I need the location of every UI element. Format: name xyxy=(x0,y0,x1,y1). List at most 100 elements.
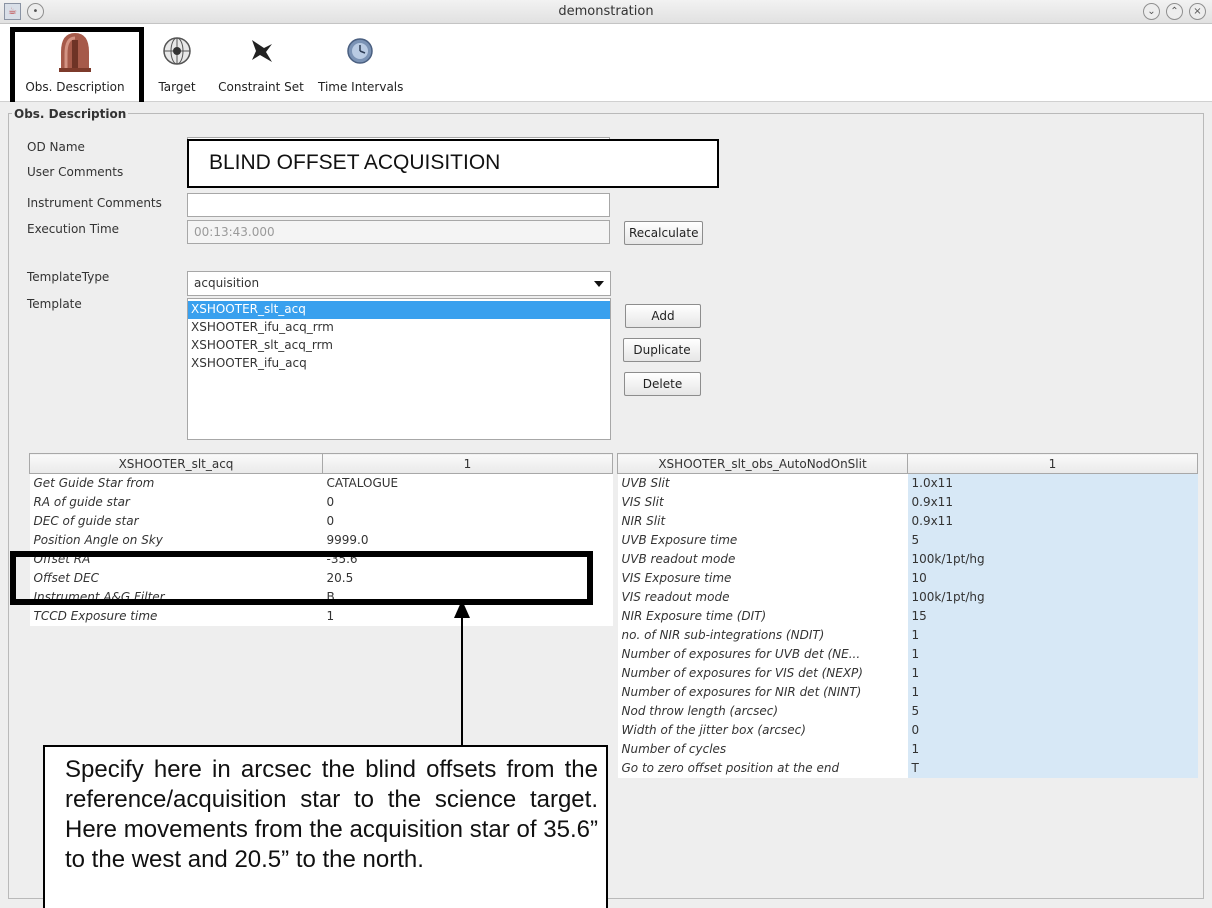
column-header[interactable]: XSHOOTER_slt_obs_AutoNodOnSlit xyxy=(617,453,908,474)
table-row[interactable]: UVB Exposure time 5 xyxy=(617,530,1198,550)
globe-target-icon xyxy=(150,28,204,74)
delete-button[interactable]: Delete xyxy=(624,372,701,396)
table-row[interactable]: NIR Exposure time (DIT) 15 xyxy=(617,606,1198,626)
param-value[interactable]: 5 xyxy=(907,530,1198,550)
table-row[interactable]: Go to zero offset position at the end T xyxy=(617,758,1198,778)
param-name: Number of cycles xyxy=(617,739,908,759)
arrow-up-icon xyxy=(454,600,470,618)
param-value[interactable]: 1 xyxy=(907,644,1198,664)
param-value[interactable]: 1 xyxy=(907,663,1198,683)
add-button[interactable]: Add xyxy=(625,304,701,328)
param-value[interactable]: 0.9x11 xyxy=(907,492,1198,512)
close-button[interactable]: × xyxy=(1189,3,1206,20)
param-name: UVB Slit xyxy=(617,473,908,493)
param-name: Instrument A&G Filter xyxy=(29,587,323,607)
tool-label: Time Intervals xyxy=(318,80,404,94)
template-type-label: TemplateType xyxy=(27,270,110,284)
title-bar: ☕ • demonstration ⌄ ⌃ × xyxy=(0,0,1212,24)
tool-time-intervals[interactable]: Time Intervals xyxy=(318,28,404,94)
table-row[interactable]: Nod throw length (arcsec) 5 xyxy=(617,701,1198,721)
param-name: VIS Exposure time xyxy=(617,568,908,588)
table-row[interactable]: Number of exposures for UVB det (NE... 1 xyxy=(617,644,1198,664)
table-row[interactable]: Width of the jitter box (arcsec) 0 xyxy=(617,720,1198,740)
table-row[interactable]: VIS Slit 0.9x11 xyxy=(617,492,1198,512)
table-row[interactable]: UVB readout mode 100k/1pt/hg xyxy=(617,549,1198,569)
instrument-comments-field[interactable] xyxy=(187,193,610,217)
annotation-note: Specify here in arcsec the blind offsets… xyxy=(43,745,608,908)
param-value[interactable]: 0 xyxy=(322,492,613,512)
execution-time-field: 00:13:43.000 xyxy=(187,220,610,244)
param-value[interactable]: -35.6 xyxy=(322,549,613,569)
table-row[interactable]: Instrument A&G Filter B xyxy=(29,587,613,607)
tool-obs-description[interactable]: Obs. Description xyxy=(18,28,132,94)
param-value[interactable]: 0 xyxy=(322,511,613,531)
table-row[interactable]: VIS readout mode 100k/1pt/hg xyxy=(617,587,1198,607)
list-item[interactable]: XSHOOTER_slt_acq xyxy=(188,301,610,319)
table-row[interactable]: RA of guide star 0 xyxy=(29,492,613,512)
param-value[interactable]: 1 xyxy=(907,739,1198,759)
table-row[interactable]: Position Angle on Sky 9999.0 xyxy=(29,530,613,550)
table-row[interactable]: Number of cycles 1 xyxy=(617,739,1198,759)
column-header[interactable]: 1 xyxy=(907,453,1198,474)
tool-label: Constraint Set xyxy=(218,80,304,94)
minimize-button[interactable]: ⌄ xyxy=(1143,3,1160,20)
param-value[interactable]: 20.5 xyxy=(322,568,613,588)
user-comments-callout[interactable]: BLIND OFFSET ACQUISITION xyxy=(187,139,719,188)
table-row[interactable]: no. of NIR sub-integrations (NDIT) 1 xyxy=(617,625,1198,645)
list-item[interactable]: XSHOOTER_slt_acq_rrm xyxy=(188,337,610,355)
table-row[interactable]: UVB Slit 1.0x11 xyxy=(617,473,1198,493)
param-name: NIR Slit xyxy=(617,511,908,531)
param-value[interactable]: 1.0x11 xyxy=(907,473,1198,493)
param-name: Nod throw length (arcsec) xyxy=(617,701,908,721)
list-item[interactable]: XSHOOTER_ifu_acq_rrm xyxy=(188,319,610,337)
param-value[interactable]: 5 xyxy=(907,701,1198,721)
column-header[interactable]: XSHOOTER_slt_acq xyxy=(29,453,323,474)
table-row[interactable]: Get Guide Star from CATALOGUE xyxy=(29,473,613,493)
param-name: Offset DEC xyxy=(29,568,323,588)
table-row[interactable]: Number of exposures for VIS det (NEXP) 1 xyxy=(617,663,1198,683)
tool-target[interactable]: Target xyxy=(150,28,204,94)
param-name: no. of NIR sub-integrations (NDIT) xyxy=(617,625,908,645)
param-value[interactable]: 0.9x11 xyxy=(907,511,1198,531)
table-row[interactable]: Offset RA -35.6 xyxy=(29,549,613,569)
param-value[interactable]: 1 xyxy=(907,682,1198,702)
param-name: Number of exposures for UVB det (NE... xyxy=(617,644,908,664)
table-row[interactable]: TCCD Exposure time 1 xyxy=(29,606,613,626)
tool-constraint-set[interactable]: Constraint Set xyxy=(214,28,308,94)
param-value[interactable]: 15 xyxy=(907,606,1198,626)
observation-params-table: XSHOOTER_slt_obs_AutoNodOnSlit 1 UVB Sli… xyxy=(617,453,1198,778)
param-name: Number of exposures for NIR det (NINT) xyxy=(617,682,908,702)
param-value[interactable]: 1 xyxy=(907,625,1198,645)
star-constraint-icon xyxy=(214,28,308,74)
table-row[interactable]: NIR Slit 0.9x11 xyxy=(617,511,1198,531)
chevron-down-icon[interactable] xyxy=(594,281,604,287)
param-value[interactable]: T xyxy=(907,758,1198,778)
param-name: Number of exposures for VIS det (NEXP) xyxy=(617,663,908,683)
param-value[interactable]: 0 xyxy=(907,720,1198,740)
param-value[interactable]: 100k/1pt/hg xyxy=(907,549,1198,569)
execution-time-label: Execution Time xyxy=(27,222,120,236)
table-row[interactable]: Number of exposures for NIR det (NINT) 1 xyxy=(617,682,1198,702)
duplicate-button[interactable]: Duplicate xyxy=(623,338,701,362)
recalculate-button[interactable]: Recalculate xyxy=(624,221,704,245)
param-value[interactable]: 9999.0 xyxy=(322,530,613,550)
telescope-dome-icon xyxy=(18,28,132,74)
param-name: RA of guide star xyxy=(29,492,323,512)
table-row[interactable]: Offset DEC 20.5 xyxy=(29,568,613,588)
toolbar: Obs. Description Target Constraint Set T… xyxy=(0,24,1212,102)
table-row[interactable]: DEC of guide star 0 xyxy=(29,511,613,531)
instrument-comments-label: Instrument Comments xyxy=(27,196,162,210)
maximize-button[interactable]: ⌃ xyxy=(1166,3,1183,20)
param-value[interactable]: CATALOGUE xyxy=(322,473,613,493)
column-header[interactable]: 1 xyxy=(322,453,613,474)
param-name: Go to zero offset position at the end xyxy=(617,758,908,778)
template-label: Template xyxy=(27,297,82,311)
param-name: UVB Exposure time xyxy=(617,530,908,550)
param-value[interactable]: 100k/1pt/hg xyxy=(907,587,1198,607)
template-list[interactable]: XSHOOTER_slt_acq XSHOOTER_ifu_acq_rrm XS… xyxy=(187,298,611,440)
list-item[interactable]: XSHOOTER_ifu_acq xyxy=(188,355,610,373)
clock-sphere-icon xyxy=(318,28,402,74)
template-type-select[interactable]: acquisition xyxy=(187,271,611,296)
table-row[interactable]: VIS Exposure time 10 xyxy=(617,568,1198,588)
param-value[interactable]: 10 xyxy=(907,568,1198,588)
